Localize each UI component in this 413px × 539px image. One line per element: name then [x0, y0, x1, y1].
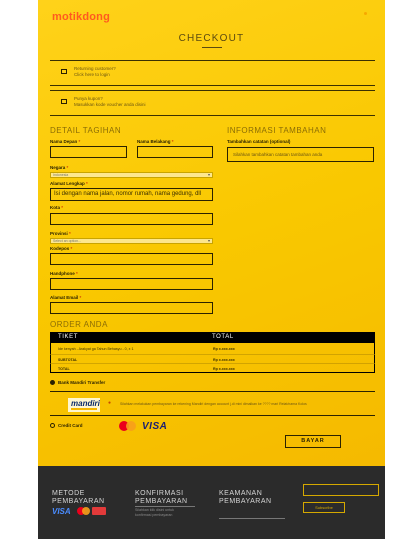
mastercard-logo: [119, 421, 137, 431]
visa-logo: VISA: [142, 421, 168, 432]
footer-divider: [135, 506, 195, 507]
billing-heading: DETAIL TAGIHAN: [50, 126, 122, 135]
province-value: Select an option...: [53, 239, 82, 243]
country-label: Negara *: [50, 165, 69, 170]
returning-customer-notice[interactable]: Returning customer? Click here to login: [50, 60, 375, 86]
ticket-price: Rp x.xxx.xxx: [213, 347, 235, 351]
ticket-icon: [61, 99, 67, 104]
country-value: Indonesia: [53, 173, 69, 177]
table-row: Ide kenyah - Arakyat ga Tahun Behasyu - …: [50, 343, 375, 355]
total-value: Rp x.xxx.xxx: [213, 367, 235, 371]
city-label: Kota *: [50, 205, 64, 210]
footer-visa-logo: VISA: [52, 507, 71, 516]
table-row: SUBTOTAL Rp x.xxx.xxx: [50, 355, 375, 364]
footer-bank-logo: [92, 507, 106, 515]
footer-security-heading: KEAMANAN PEMBAYARAN: [219, 490, 272, 505]
user-icon: [61, 69, 67, 74]
chevron-down-icon: ▾: [207, 238, 210, 243]
coupon-link[interactable]: Masukkan kode voucher anda disini: [74, 102, 146, 107]
total-label: TOTAL: [58, 367, 70, 371]
first-name-label: Nama Depan *: [50, 139, 81, 144]
chevron-down-icon: ▾: [207, 172, 210, 177]
address-input[interactable]: Isi dengan nama jalan, nomor rumah, nama…: [50, 188, 213, 201]
bank-transfer-label[interactable]: Bank Mandiri Transfer: [58, 380, 105, 385]
mandiri-wordmark: mandiri: [71, 399, 100, 408]
notes-label: Tambahkan catatan (optional): [227, 139, 291, 144]
country-select[interactable]: Indonesia ▾: [50, 172, 213, 178]
order-table: TIKET TOTAL Ide kenyah - Arakyat ga Tahu…: [50, 332, 375, 373]
province-select[interactable]: Select an option... ▾: [50, 238, 213, 244]
city-input[interactable]: [50, 213, 213, 225]
footer-mastercard-logo: [77, 507, 90, 515]
additional-info-heading: INFORMASI TAMBAHAN: [227, 126, 327, 135]
email-label: Alamat Email *: [50, 295, 82, 300]
column-header-ticket: TIKET: [58, 334, 79, 340]
newsletter-email-input[interactable]: [303, 484, 379, 496]
order-heading: ORDER ANDA: [50, 320, 108, 329]
last-name-input[interactable]: [137, 146, 213, 158]
mandiri-info-panel: mandiri ● Silahkan melakukan pembayaran …: [50, 391, 375, 416]
ticket-name: Ide kenyah - Arakyat ga Tahun Behasyu - …: [58, 347, 134, 351]
footer-divider: [219, 518, 285, 519]
footer-confirmation-link[interactable]: Silahkan klik disini untuk konfirmasi pem…: [135, 508, 174, 518]
site-logo[interactable]: motikdong: [52, 11, 110, 23]
postcode-label: Kodepos *: [50, 246, 73, 251]
phone-input[interactable]: [50, 278, 213, 290]
page-title: CHECKOUT: [178, 33, 245, 44]
credit-card-label[interactable]: Credit Card: [58, 423, 83, 428]
subtotal-value: Rp x.xxx.xxx: [213, 358, 235, 362]
bank-transfer-radio[interactable]: [50, 380, 55, 385]
title-divider: [202, 47, 222, 48]
footer-confirmation-heading: KONFIRMASI PEMBAYARAN: [135, 490, 188, 505]
phone-label: Handphone *: [50, 271, 78, 276]
login-link[interactable]: Click here to login: [74, 72, 110, 77]
email-input[interactable]: [50, 302, 213, 314]
table-row: TOTAL Rp x.xxx.xxx: [50, 364, 375, 373]
first-name-input[interactable]: [50, 146, 127, 158]
subscribe-button[interactable]: Subscribe: [303, 502, 345, 513]
address-label: Alamat Lengkap *: [50, 181, 88, 186]
province-label: Provinsi *: [50, 231, 71, 236]
order-table-header: TIKET TOTAL: [50, 332, 375, 343]
footer-payment-methods-heading: METODE PEMBAYARAN: [52, 490, 105, 505]
pay-button[interactable]: BAYAR: [285, 435, 341, 448]
column-header-total: TOTAL: [212, 334, 234, 340]
subtotal-label: SUBTOTAL: [58, 358, 78, 362]
coupon-text: Punya kupon?: [74, 96, 103, 101]
last-name-label: Nama Belakang *: [137, 139, 174, 144]
mandiri-logo: mandiri: [68, 398, 100, 412]
order-notes-textarea[interactable]: Silahkan tambahkan catatan tambahan anda: [227, 147, 374, 162]
info-icon: ●: [108, 400, 112, 406]
mandiri-instructions: Silahkan melakukan pembayaran ke rekenin…: [120, 402, 307, 406]
returning-customer-text: Returning customer?: [74, 66, 116, 71]
credit-card-radio[interactable]: [50, 423, 55, 428]
postcode-input[interactable]: [50, 253, 213, 265]
menu-dot-icon[interactable]: [364, 12, 367, 15]
coupon-notice[interactable]: Punya kupon? Masukkan kode voucher anda …: [50, 90, 375, 116]
checkout-page: motikdong CHECKOUT Returning customer? C…: [38, 0, 385, 539]
